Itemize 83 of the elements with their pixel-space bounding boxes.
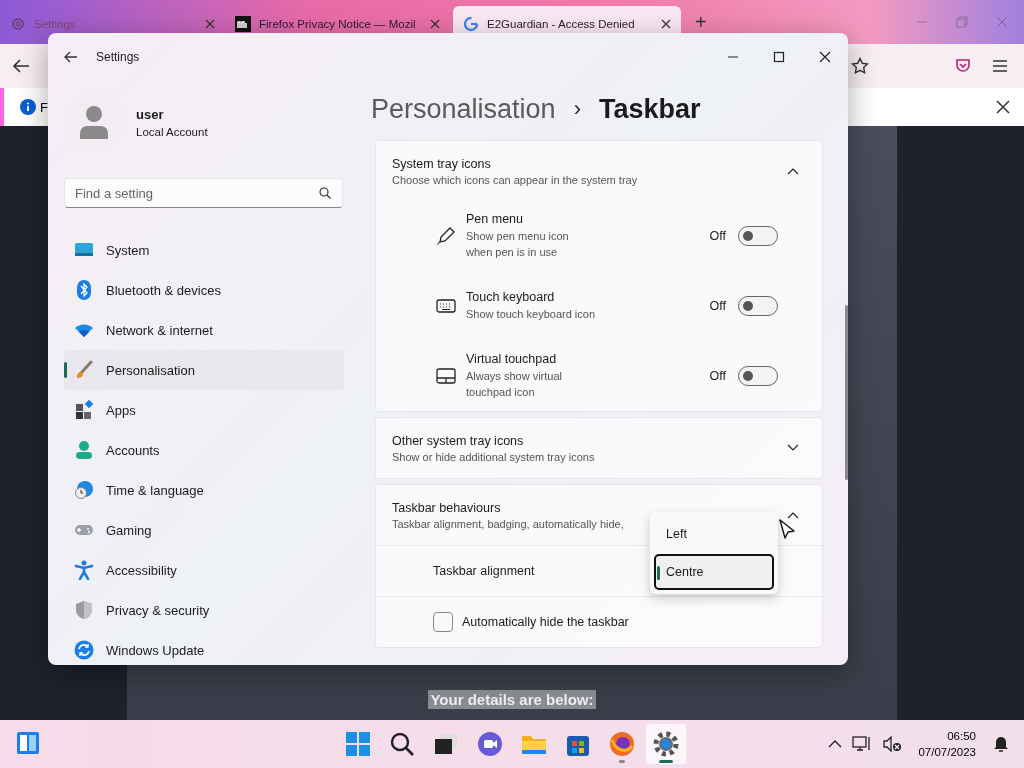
taskbar-app[interactable] <box>646 724 686 764</box>
checkbox[interactable] <box>433 612 453 632</box>
page-title: Taskbar <box>598 93 701 125</box>
sidebar-item[interactable]: Accessibility <box>64 550 344 590</box>
clock-time: 06:50 <box>947 729 976 744</box>
sidebar-item[interactable]: Accounts <box>64 430 344 470</box>
new-tab-button[interactable]: + <box>689 9 713 35</box>
sidebar-item[interactable]: Gaming <box>64 510 344 550</box>
close-icon[interactable] <box>661 19 671 29</box>
page-text: Your details are below: <box>428 690 596 709</box>
accessibility-person-icon <box>74 560 94 580</box>
pen-icon <box>436 226 456 246</box>
scrollbar-thumb[interactable] <box>845 305 848 480</box>
setting-label: Touch keyboard <box>466 290 556 304</box>
menu-icon[interactable] <box>992 59 1008 73</box>
toggle-switch[interactable] <box>738 296 778 316</box>
search-icon <box>388 730 416 758</box>
video-chat-icon <box>476 730 504 758</box>
close-icon[interactable] <box>996 100 1010 114</box>
back-arrow-icon[interactable] <box>64 50 78 63</box>
card-title: System tray icons <box>392 156 492 171</box>
letter-g-icon <box>463 16 479 32</box>
widgets-icon[interactable] <box>16 730 40 755</box>
setting-description: Always show virtual touchpad icon <box>466 369 563 400</box>
sidebar-item[interactable]: Apps <box>64 390 344 430</box>
maximize-icon[interactable] <box>773 50 785 63</box>
info-icon <box>20 99 36 115</box>
sidebar-item[interactable]: System <box>64 230 344 270</box>
sidebar-item[interactable]: Privacy & security <box>64 590 344 630</box>
card-title: Taskbar behaviours <box>392 500 502 515</box>
setting-label: Taskbar alignment <box>433 564 535 578</box>
person-silhouette-icon <box>79 105 109 139</box>
setting-label: Pen menu <box>466 212 524 226</box>
refresh-icon <box>74 640 94 660</box>
card-subtitle: Show or hide additional system tray icons <box>392 450 596 463</box>
setting-description: Show touch keyboard icon <box>466 307 596 322</box>
sidebar-item[interactable]: Network & internet <box>64 310 344 350</box>
chevron-up-icon <box>787 167 799 175</box>
user-name: user <box>136 106 165 122</box>
card-subtitle: Choose which icons can appear in the system tray <box>392 173 639 186</box>
toggle-switch[interactable] <box>738 366 778 386</box>
keyboard-icon <box>436 296 456 316</box>
toggle-state: Off <box>709 299 726 313</box>
sidebar-item[interactable]: Personalisation <box>64 350 344 390</box>
checkbox-label: Automatically hide the taskbar <box>462 615 629 629</box>
search-icon[interactable] <box>319 187 331 199</box>
menu-option[interactable]: Left <box>654 516 774 552</box>
person-icon <box>74 440 94 460</box>
network-monitor-icon[interactable] <box>852 735 873 753</box>
chevron-up-icon[interactable] <box>828 739 843 749</box>
close-icon[interactable] <box>819 50 831 63</box>
sidebar-item[interactable]: Bluetooth & devices <box>64 270 344 310</box>
search-field[interactable]: Find a setting <box>64 178 343 208</box>
globe-clock-icon <box>74 480 94 500</box>
back-arrow-icon[interactable] <box>12 58 30 74</box>
paintbrush-icon <box>74 360 94 380</box>
window-title: Settings <box>96 49 140 64</box>
sidebar-item[interactable]: Time & language <box>64 470 344 510</box>
sidebar-item[interactable]: Windows Update <box>64 630 344 665</box>
apps-icon <box>74 400 94 420</box>
toggle-state: Off <box>709 369 726 383</box>
account-type: Local Account <box>136 125 208 138</box>
menu-option[interactable]: Centre <box>654 554 774 590</box>
card-title: Other system tray icons <box>392 433 525 448</box>
chevron-up-icon <box>787 511 799 519</box>
toggle-state: Off <box>709 229 726 243</box>
setting-description: Show pen menu icon when pen is in use <box>466 229 570 260</box>
windows-logo-icon <box>344 730 372 758</box>
notification-text: F <box>40 99 48 115</box>
setting-label: Virtual touchpad <box>466 352 558 366</box>
pocket-icon[interactable] <box>955 58 971 74</box>
touchpad-icon <box>436 366 456 386</box>
breadcrumb-separator: › <box>573 96 581 122</box>
breadcrumb-link[interactable]: Personalisation <box>371 93 556 125</box>
star-icon[interactable] <box>851 57 869 75</box>
bluetooth-icon <box>74 280 94 300</box>
clock-date: 07/07/2023 <box>918 745 976 760</box>
shield-icon <box>74 600 94 620</box>
speaker-muted-icon[interactable] <box>882 735 903 753</box>
notification-bell-icon[interactable] <box>992 735 1010 753</box>
chevron-down-icon <box>787 444 799 452</box>
card-subtitle: Taskbar alignment, badging, automatically hide, <box>392 517 625 530</box>
toggle-switch[interactable] <box>738 226 778 246</box>
